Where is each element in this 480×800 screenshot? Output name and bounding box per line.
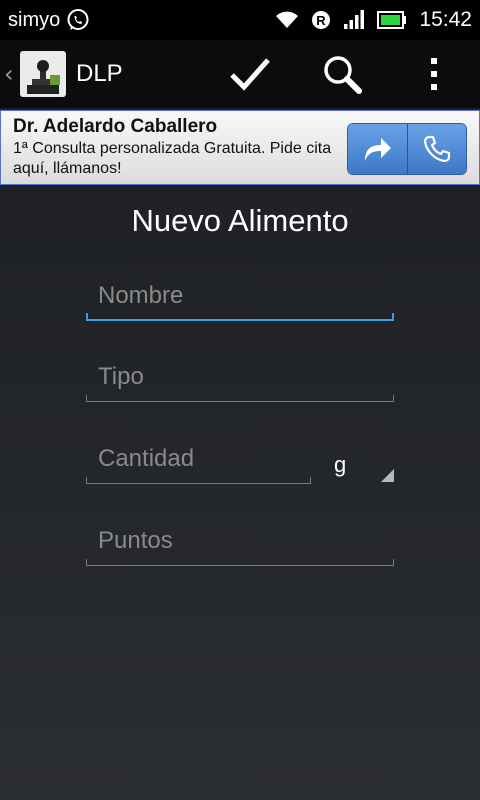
unit-spinner[interactable]: g bbox=[322, 440, 394, 484]
battery-icon bbox=[377, 11, 407, 29]
unit-value: g bbox=[334, 452, 347, 477]
phone-icon bbox=[423, 135, 450, 163]
check-icon bbox=[230, 58, 270, 91]
tipo-field bbox=[86, 352, 394, 402]
signal-icon bbox=[344, 10, 365, 29]
status-bar: simyo R 15:42 bbox=[0, 0, 480, 40]
ad-buttons bbox=[347, 123, 467, 175]
scale-icon bbox=[27, 60, 60, 94]
page-title: Nuevo Alimento bbox=[131, 203, 349, 238]
ad-call-button[interactable] bbox=[406, 124, 466, 174]
overflow-menu-button[interactable] bbox=[388, 40, 480, 108]
puntos-field bbox=[86, 516, 394, 566]
carrier-name: simyo bbox=[8, 8, 61, 31]
puntos-input[interactable] bbox=[98, 524, 378, 558]
dropdown-corner-icon bbox=[381, 469, 394, 482]
save-button[interactable] bbox=[204, 40, 296, 108]
ad-text: 1ª Consulta personalizada Gratuita. Pide… bbox=[13, 140, 332, 177]
search-icon bbox=[324, 56, 362, 94]
up-chevron-icon[interactable]: ‹ bbox=[4, 60, 18, 88]
svg-text:R: R bbox=[317, 13, 327, 28]
share-arrow-icon bbox=[365, 138, 392, 161]
app-title: DLP bbox=[76, 60, 123, 87]
nombre-field bbox=[86, 271, 394, 321]
ad-title: Dr. Adelardo Caballero bbox=[13, 116, 218, 137]
overflow-menu-icon bbox=[431, 58, 437, 90]
search-button[interactable] bbox=[296, 40, 388, 108]
action-bar: ‹ DLP bbox=[0, 40, 480, 108]
wifi-icon bbox=[276, 11, 299, 28]
ad-banner[interactable]: Dr. Adelardo Caballero 1ª Consulta perso… bbox=[0, 110, 480, 185]
cantidad-field bbox=[86, 434, 311, 484]
tipo-input[interactable] bbox=[98, 360, 378, 394]
nombre-input[interactable] bbox=[98, 279, 378, 313]
app-logo-icon[interactable] bbox=[20, 51, 66, 97]
roaming-r-icon: R bbox=[312, 11, 331, 29]
cantidad-input[interactable] bbox=[98, 442, 298, 476]
clock: 15:42 bbox=[419, 8, 472, 31]
whatsapp-icon bbox=[67, 9, 89, 30]
ad-share-button[interactable] bbox=[348, 124, 407, 174]
